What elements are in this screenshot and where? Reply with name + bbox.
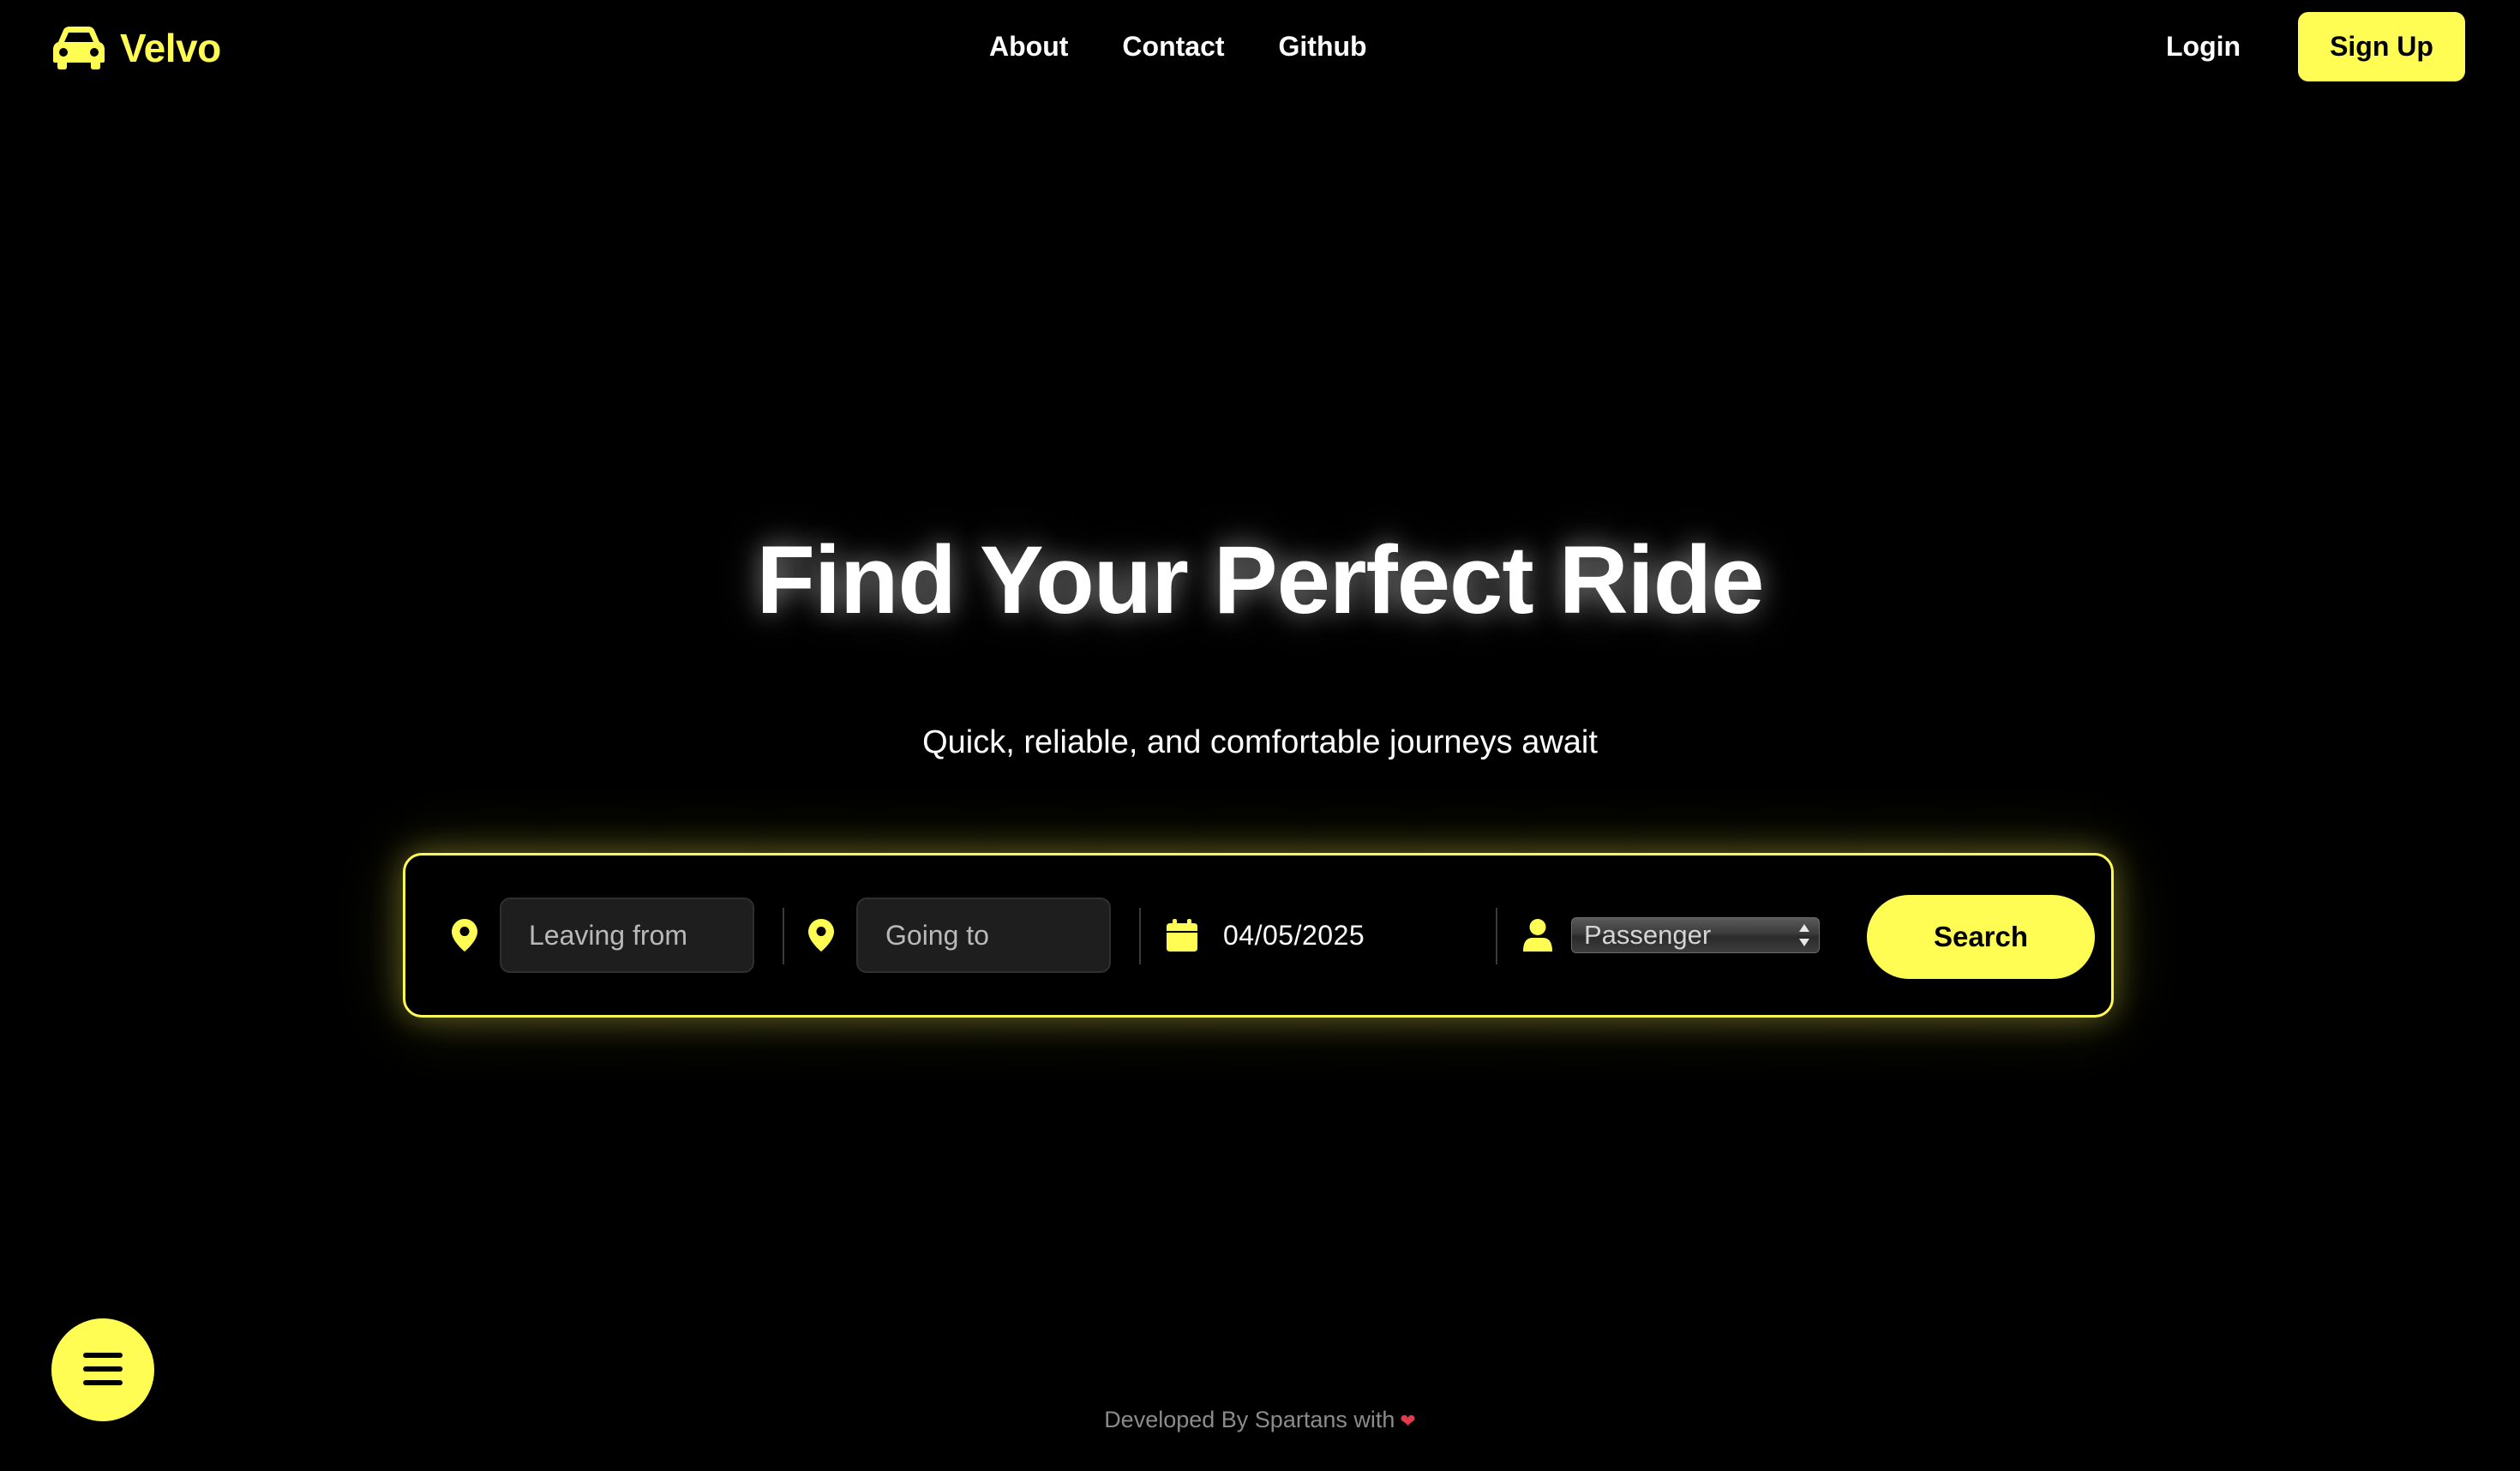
car-icon [53,27,105,69]
going-to-field [808,856,1111,1015]
map-pin-icon [808,919,834,952]
passenger-field: Passenger [1523,856,1820,1015]
brand-name: Velvo [120,26,221,70]
going-to-input[interactable] [856,898,1111,973]
login-link[interactable]: Login [2166,26,2241,67]
hero-subtitle: Quick, reliable, and comfortable journey… [922,724,1598,760]
search-button[interactable]: Search [1867,895,2095,979]
passenger-selected-value: Passenger [1584,920,1712,950]
leaving-from-input[interactable] [500,898,754,973]
footer-text: Developed By Spartans with [1104,1407,1395,1432]
page: Velvo About Contact Github Login Sign Up… [0,0,2520,1471]
nav-link-github[interactable]: Github [1279,31,1367,63]
date-value: 04/05/2025 [1223,919,1365,951]
leaving-from-field [452,856,754,1015]
select-arrows-icon [1798,922,1810,948]
calendar-icon [1167,919,1197,952]
user-icon [1523,919,1552,952]
passenger-select[interactable]: Passenger [1571,917,1820,953]
footer: Developed By Spartans with ❤ [0,1402,2520,1438]
heart-icon: ❤ [1400,1410,1416,1432]
signup-button[interactable]: Sign Up [2298,12,2465,81]
nav-link-about[interactable]: About [989,31,1068,63]
map-pin-icon [452,919,477,952]
field-divider [783,908,784,964]
hero-title: Find Your Perfect Ride [756,526,1765,633]
menu-icon [83,1352,123,1388]
field-divider [1139,908,1141,964]
brand-logo[interactable]: Velvo [53,22,221,74]
date-field[interactable]: 04/05/2025 [1167,856,1365,1015]
field-divider [1496,908,1497,964]
main-nav: About Contact Github [989,26,1367,67]
ride-search-bar: 04/05/2025 Passenger Search [403,853,2114,1018]
nav-link-contact[interactable]: Contact [1122,31,1224,63]
